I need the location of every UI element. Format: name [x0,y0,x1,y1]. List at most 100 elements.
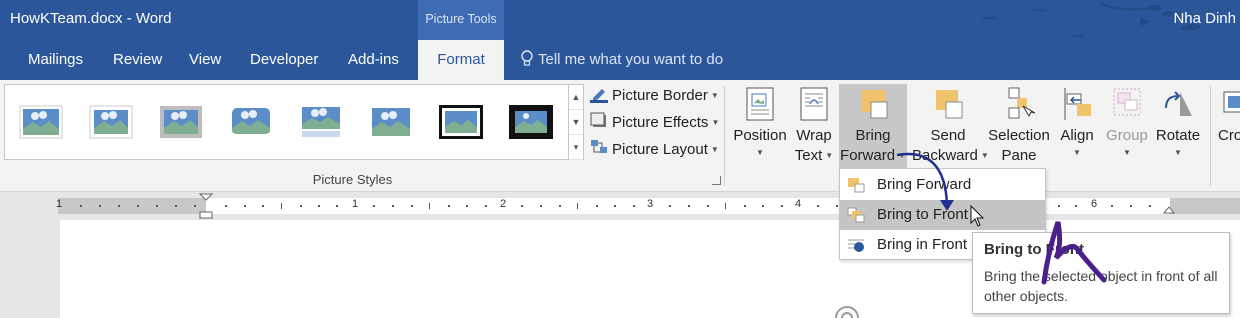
chevron-down-icon: ▼ [710,91,719,100]
bring-to-front-tooltip: Bring to Front Bring the selected object… [972,232,1230,314]
wrap-text-button[interactable]: Wrap Text ▼ [792,84,836,168]
selection-pane-button[interactable]: Selection Pane [986,84,1052,168]
window-title: HowKTeam.docx - Word [10,10,172,27]
crop-button[interactable]: Cro [1214,84,1240,168]
gallery-scroll[interactable]: ▲ ▼ ▾ [569,84,584,160]
tab-mailings[interactable]: Mailings [28,40,83,80]
ruler-number: 6 [1091,198,1098,210]
align-label: Align [1060,127,1094,144]
rotate-icon [1165,91,1192,116]
rotate-label: Rotate [1155,127,1201,144]
picture-style-thumb[interactable] [159,105,203,139]
bring-forward-icon [861,90,888,119]
gallery-up-icon[interactable]: ▲ [569,85,583,110]
chevron-down-icon: ▼ [756,148,764,157]
menu-item-bring-forward[interactable]: Bring Forward [840,170,1045,200]
picture-effects-button[interactable]: Picture Effects ▼ [590,112,719,134]
tooltip-description: Bring the selected object in front of al… [984,268,1218,304]
group-separator [1210,86,1211,186]
align-button[interactable]: Align ▼ [1054,84,1100,168]
ruler-number: 4 [795,198,802,210]
ruler-number: 1 [352,198,359,210]
bring-forward-button[interactable]: Bring Forward ▼ [839,84,907,168]
horizontal-ruler[interactable]: 1 1 2 3 4 6 [0,192,1240,220]
gallery-down-icon[interactable]: ▼ [569,110,583,135]
chevron-down-icon: ▼ [1174,148,1182,157]
picture-layout-label: Picture Layout [612,141,708,158]
chevron-down-icon: ▼ [825,151,834,160]
bring-in-front-of-text-icon [848,239,864,252]
tab-add-ins[interactable]: Add-ins [348,40,399,80]
wrap-text-label-2: Text [794,147,823,164]
tab-format[interactable]: Format [418,40,504,80]
position-label: Position [733,127,787,144]
align-icon [1064,88,1091,120]
rotate-button[interactable]: Rotate ▼ [1154,84,1202,168]
gallery-more-icon[interactable]: ▾ [569,135,583,160]
picture-style-thumb[interactable] [509,105,553,139]
picture-style-thumb[interactable] [19,105,63,139]
group-icon [1113,88,1141,116]
picture-style-thumb[interactable] [369,105,413,139]
wrap-text-icon [800,87,828,121]
bring-forward-label-2: Forward [840,147,896,164]
crop-label: Cro [1218,127,1240,144]
picture-border-label: Picture Border [612,87,708,104]
ruler-number: 3 [647,198,654,210]
tab-developer[interactable]: Developer [250,40,318,80]
position-icon [746,87,774,121]
picture-style-thumb[interactable] [299,105,343,139]
send-backward-label-1: Send [930,127,966,144]
title-bar: HowKTeam.docx - Word Picture Tools Nha D… [0,0,1240,40]
picture-border-button[interactable]: Picture Border ▼ [590,85,719,107]
selection-pane-label-2: Pane [1001,147,1037,164]
picture-style-thumb[interactable] [229,105,273,139]
rotate-handle-icon[interactable] [832,302,862,318]
menu-item-bring-to-front[interactable]: Bring to Front [840,200,1045,230]
bring-forward-label-1: Bring [855,127,891,144]
picture-style-thumb[interactable] [89,105,133,139]
group-separator [724,86,725,186]
tab-review[interactable]: Review [113,40,162,80]
send-backward-button[interactable]: Send Backward ▼ [912,84,989,168]
tooltip-title: Bring to Front [984,241,1084,258]
send-backward-icon [936,90,963,119]
bring-forward-icon [848,178,865,193]
picture-border-icon [590,89,608,103]
ruler-number: 2 [500,198,507,210]
picture-styles-gallery[interactable] [4,84,569,160]
group-button[interactable]: Group ▼ [1102,84,1152,168]
picture-tools-contextual-tab: Picture Tools [418,0,504,40]
picture-styles-group-label: Picture Styles [312,172,393,187]
tab-view[interactable]: View [189,40,221,80]
menu-item-label: Bring to Front [877,206,968,223]
tell-me-search[interactable]: Tell me what you want to do [520,40,723,80]
group-label: Group [1106,127,1148,144]
wrap-text-label-1: Wrap [796,127,832,144]
chevron-down-icon: ▼ [1123,148,1131,157]
picture-effects-label: Picture Effects [612,114,709,131]
user-name[interactable]: Nha Dinh [1173,10,1236,27]
picture-effects-icon [590,112,606,127]
crop-icon [1223,91,1240,113]
selection-pane-label-1: Selection [988,127,1050,144]
lightbulb-icon [521,50,533,66]
picture-style-thumb[interactable] [439,105,483,139]
selection-pane-icon [1008,87,1035,119]
tell-me-text: Tell me what you want to do [538,51,724,68]
ribbon-tabs: Mailings Review View Developer Add-ins F… [0,40,1240,80]
ruler-ticks [80,193,1176,219]
menu-item-label: Bring Forward [877,176,972,193]
chevron-down-icon: ▼ [898,151,906,160]
send-backward-label-2: Backward [912,147,978,164]
bring-to-front-icon [847,207,865,223]
ruler-number: 1 [56,198,63,210]
ribbon: ▲ ▼ ▾ Picture Border ▼ Picture Effects ▼ P… [0,80,1240,192]
picture-layout-button[interactable]: Picture Layout ▼ [590,139,719,161]
chevron-down-icon: ▼ [711,118,720,127]
picture-layout-icon [591,140,607,153]
dialog-launcher-icon[interactable] [712,176,721,185]
position-button[interactable]: Position ▼ [730,84,790,168]
chevron-down-icon: ▼ [710,145,719,154]
chevron-down-icon: ▼ [1073,148,1081,157]
